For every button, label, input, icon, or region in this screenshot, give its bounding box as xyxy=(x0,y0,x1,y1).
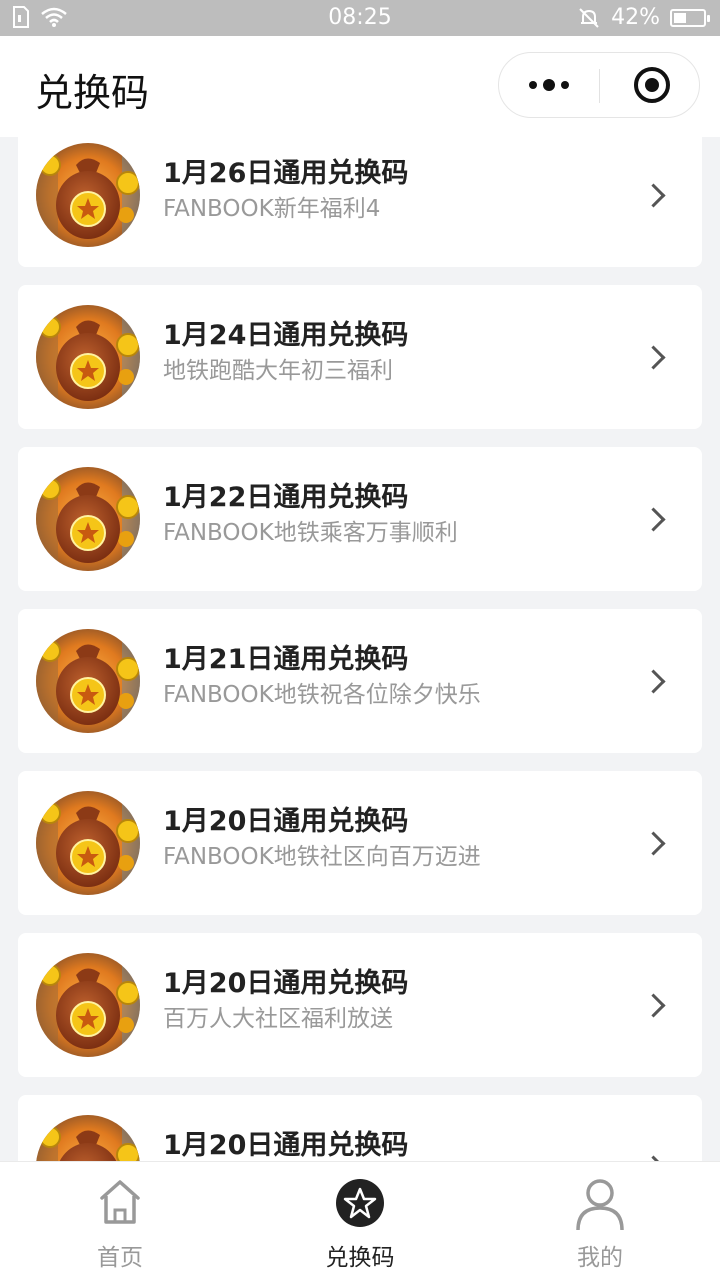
more-dot-icon xyxy=(543,79,555,91)
code-title: 1月20日通用兑换码 xyxy=(163,806,409,837)
lucky-bag-avatar xyxy=(36,953,140,1057)
code-list-item[interactable]: 1月20日通用兑换码 百万人大社区福利放送 xyxy=(18,933,702,1077)
chevron-right-icon xyxy=(641,507,666,532)
tab-label: 兑换码 xyxy=(325,1245,395,1271)
code-subtitle: FANBOOK新年福利4 xyxy=(163,196,381,222)
tab-label: 首页 xyxy=(97,1245,143,1271)
code-title: 1月22日通用兑换码 xyxy=(163,482,409,513)
page-title: 兑换码 xyxy=(35,71,150,115)
code-title: 1月21日通用兑换码 xyxy=(163,644,409,675)
mini-program-capsule xyxy=(498,52,700,118)
tab-bar: 首页 兑换码 我的 xyxy=(0,1161,720,1280)
chevron-right-icon xyxy=(641,183,666,208)
battery-icon xyxy=(670,8,710,27)
code-subtitle: FANBOOK地铁乘客万事顺利 xyxy=(163,520,458,546)
chevron-right-icon xyxy=(641,993,666,1018)
code-title: 1月20日通用兑换码 xyxy=(163,968,409,999)
chevron-right-icon xyxy=(641,831,666,856)
lucky-bag-avatar xyxy=(36,629,140,733)
code-title: 1月20日通用兑换码 xyxy=(163,1130,409,1161)
code-list[interactable]: 1月26日通用兑换码 FANBOOK新年福利4 1月24日通用兑换码 地铁跑酷大… xyxy=(0,137,720,1161)
chevron-right-icon xyxy=(641,669,666,694)
lucky-bag-avatar xyxy=(36,143,140,247)
tab-home[interactable]: 首页 xyxy=(0,1162,240,1280)
code-subtitle: 地铁跑酷大年初三福利 xyxy=(163,358,393,384)
code-title: 1月24日通用兑换码 xyxy=(163,320,409,351)
status-bar: 08:25 42% xyxy=(0,0,720,36)
battery-level xyxy=(674,12,686,23)
code-list-item[interactable]: 1月20日通用兑换码 xyxy=(18,1095,702,1161)
tab-mine[interactable]: 我的 xyxy=(480,1162,720,1280)
more-dot-icon xyxy=(561,81,569,89)
tab-redeem-code[interactable]: 兑换码 xyxy=(240,1162,480,1280)
code-list-item[interactable]: 1月24日通用兑换码 地铁跑酷大年初三福利 xyxy=(18,285,702,429)
code-subtitle: 百万人大社区福利放送 xyxy=(163,1006,393,1032)
close-target-icon[interactable] xyxy=(634,67,670,103)
code-list-item[interactable]: 1月20日通用兑换码 FANBOOK地铁社区向百万迈进 xyxy=(18,771,702,915)
chevron-right-icon xyxy=(641,345,666,370)
tab-label: 我的 xyxy=(577,1245,623,1271)
lucky-bag-avatar xyxy=(36,1115,140,1161)
code-list-item[interactable]: 1月22日通用兑换码 FANBOOK地铁乘客万事顺利 xyxy=(18,447,702,591)
code-list-item[interactable]: 1月26日通用兑换码 FANBOOK新年福利4 xyxy=(18,137,702,267)
bell-muted-icon xyxy=(579,7,599,28)
code-list-item[interactable]: 1月21日通用兑换码 FANBOOK地铁祝各位除夕快乐 xyxy=(18,609,702,753)
home-icon xyxy=(100,1180,140,1224)
star-icon xyxy=(336,1179,384,1227)
code-subtitle: FANBOOK地铁祝各位除夕快乐 xyxy=(163,682,481,708)
lucky-bag-avatar xyxy=(36,305,140,409)
lucky-bag-avatar xyxy=(36,791,140,895)
code-subtitle: FANBOOK地铁社区向百万迈进 xyxy=(163,844,481,870)
user-icon xyxy=(576,1179,624,1231)
battery-percent: 42% xyxy=(611,5,660,30)
lucky-bag-avatar xyxy=(36,467,140,571)
nav-bar: 兑换码 xyxy=(0,36,720,137)
code-title: 1月26日通用兑换码 xyxy=(163,158,409,189)
more-dot-icon xyxy=(529,81,537,89)
capsule-divider xyxy=(599,69,600,103)
more-button[interactable] xyxy=(499,53,599,117)
